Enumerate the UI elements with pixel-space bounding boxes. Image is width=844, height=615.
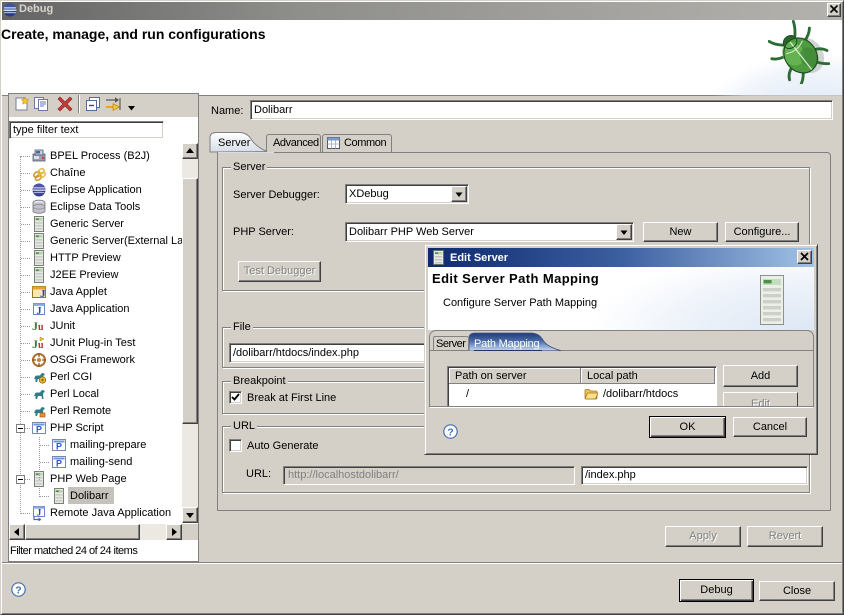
- svg-text:?: ?: [447, 426, 453, 438]
- svg-text:?: ?: [15, 584, 21, 596]
- svg-text:J: J: [37, 306, 42, 317]
- svg-text:u: u: [38, 322, 44, 333]
- svg-text:J: J: [37, 508, 42, 518]
- svg-text:P: P: [56, 459, 62, 469]
- svg-text:J: J: [40, 288, 46, 300]
- svg-text:P: P: [56, 442, 62, 452]
- svg-text:u: u: [38, 340, 44, 351]
- svg-text:P: P: [36, 425, 42, 435]
